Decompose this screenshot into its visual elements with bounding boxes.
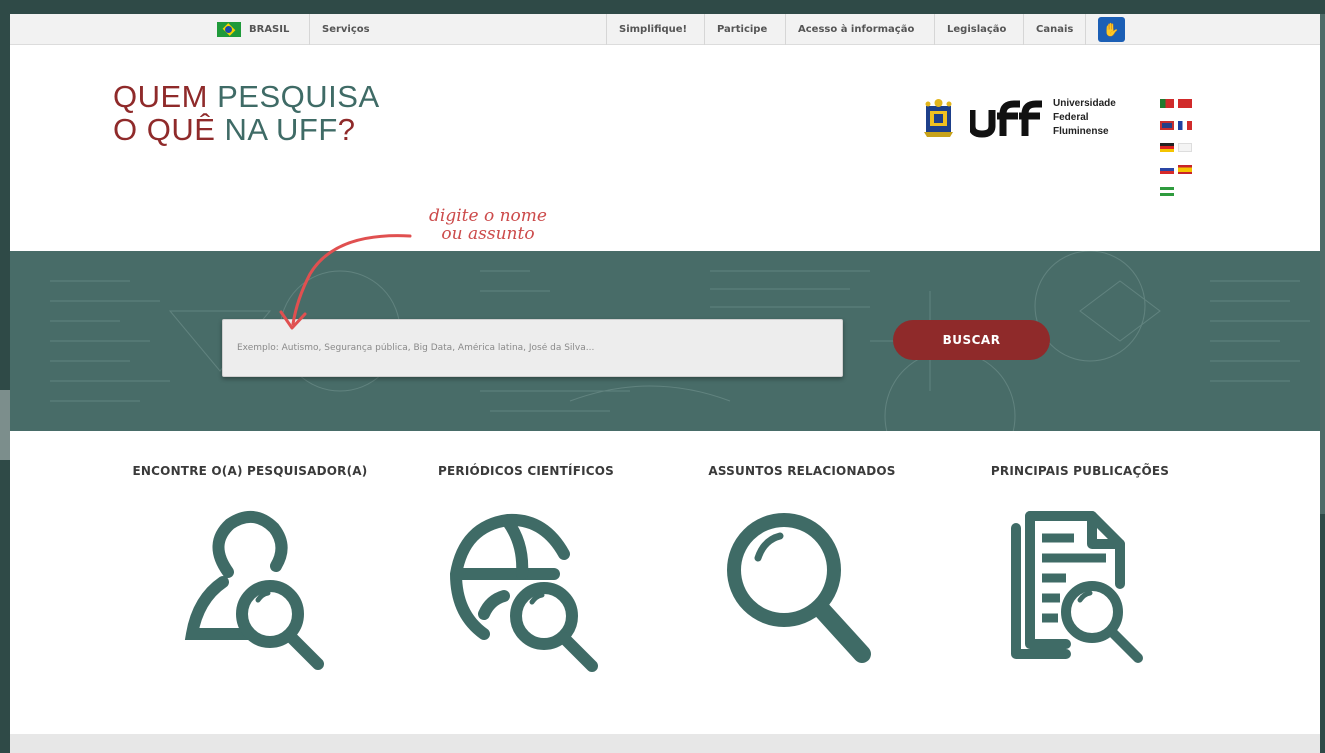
- hand-accessibility-icon[interactable]: ✋: [1098, 17, 1125, 42]
- window-edge: [0, 390, 10, 460]
- page: BRASIL Serviços Simplifique! Participe A…: [10, 14, 1320, 753]
- spain-flag-icon[interactable]: [1178, 164, 1192, 174]
- portugal-flag-icon[interactable]: [1160, 98, 1174, 108]
- magnifier-icon: [727, 513, 871, 663]
- feature-journals[interactable]: PERIÓDICOS CIENTÍFICOS: [396, 464, 656, 672]
- brasil-link[interactable]: BRASIL: [205, 14, 301, 45]
- acesso-informacao-link[interactable]: Acesso à informação: [785, 14, 926, 45]
- participe-link[interactable]: Participe: [704, 14, 779, 45]
- simplifique-link[interactable]: Simplifique!: [606, 14, 699, 45]
- hint-line1: digite o nome: [429, 206, 547, 226]
- china-flag-icon[interactable]: [1178, 98, 1192, 108]
- hint-line2: ou assunto: [441, 224, 535, 244]
- page-title: QUEM PESQUISA O QUÊ NA UFF?: [113, 80, 380, 146]
- language-selector: [1160, 92, 1196, 202]
- search-button[interactable]: BUSCAR: [893, 320, 1050, 360]
- germany-flag-icon[interactable]: [1160, 142, 1174, 152]
- brasil-label: BRASIL: [249, 24, 290, 35]
- services-link[interactable]: Serviços: [309, 14, 382, 45]
- person-search-icon: [184, 511, 324, 670]
- russia-flag-icon[interactable]: [1160, 164, 1174, 174]
- feature-journals-label: PERIÓDICOS CIENTÍFICOS: [437, 464, 615, 478]
- footer-bar: [10, 734, 1320, 753]
- title-pesquisa: PESQUISA: [217, 79, 380, 114]
- document-search-icon: [1011, 511, 1143, 663]
- legislacao-link[interactable]: Legislação: [934, 14, 1018, 45]
- title-quem: QUEM: [113, 79, 208, 114]
- feature-publications[interactable]: PRINCIPAIS PUBLICAÇÕES: [950, 464, 1210, 663]
- nigeria-flag-icon[interactable]: [1160, 186, 1174, 196]
- uff-name-line1: Universidade: [1053, 98, 1116, 109]
- scrollbar[interactable]: [1320, 14, 1325, 514]
- title-na-uff: NA UFF: [224, 112, 338, 147]
- uff-name: Universidade Federal Fluminense: [1053, 97, 1116, 139]
- uff-name-line2: Federal: [1053, 112, 1089, 123]
- france-flag-icon[interactable]: [1178, 120, 1192, 130]
- search-hint: digite o nome ou assunto: [408, 207, 568, 243]
- hint-arrow-icon: [279, 234, 412, 330]
- uff-logo-icon: [970, 100, 1042, 138]
- feature-subjects[interactable]: ASSUNTOS RELACIONADOS: [672, 464, 932, 663]
- feature-subjects-label: ASSUNTOS RELACIONADOS: [708, 464, 896, 478]
- government-bar: BRASIL Serviços Simplifique! Participe A…: [10, 14, 1320, 45]
- title-question-mark: ?: [337, 112, 356, 147]
- feature-publications-label: PRINCIPAIS PUBLICAÇÕES: [990, 464, 1170, 478]
- korea-flag-icon[interactable]: [1178, 142, 1192, 152]
- canais-link[interactable]: Canais: [1023, 14, 1087, 45]
- uk-flag-icon[interactable]: [1160, 120, 1174, 130]
- uff-crest-icon: [924, 99, 953, 137]
- search-banner: BUSCAR: [10, 251, 1320, 431]
- globe-search-icon: [449, 513, 598, 672]
- feature-researcher-label: ENCONTRE O(A) PESQUISADOR(A): [132, 464, 368, 478]
- brazil-flag-icon: [217, 22, 241, 37]
- uff-name-line3: Fluminense: [1053, 126, 1109, 137]
- feature-researcher[interactable]: ENCONTRE O(A) PESQUISADOR(A): [120, 464, 380, 670]
- title-o-que: O QUÊ: [113, 112, 216, 147]
